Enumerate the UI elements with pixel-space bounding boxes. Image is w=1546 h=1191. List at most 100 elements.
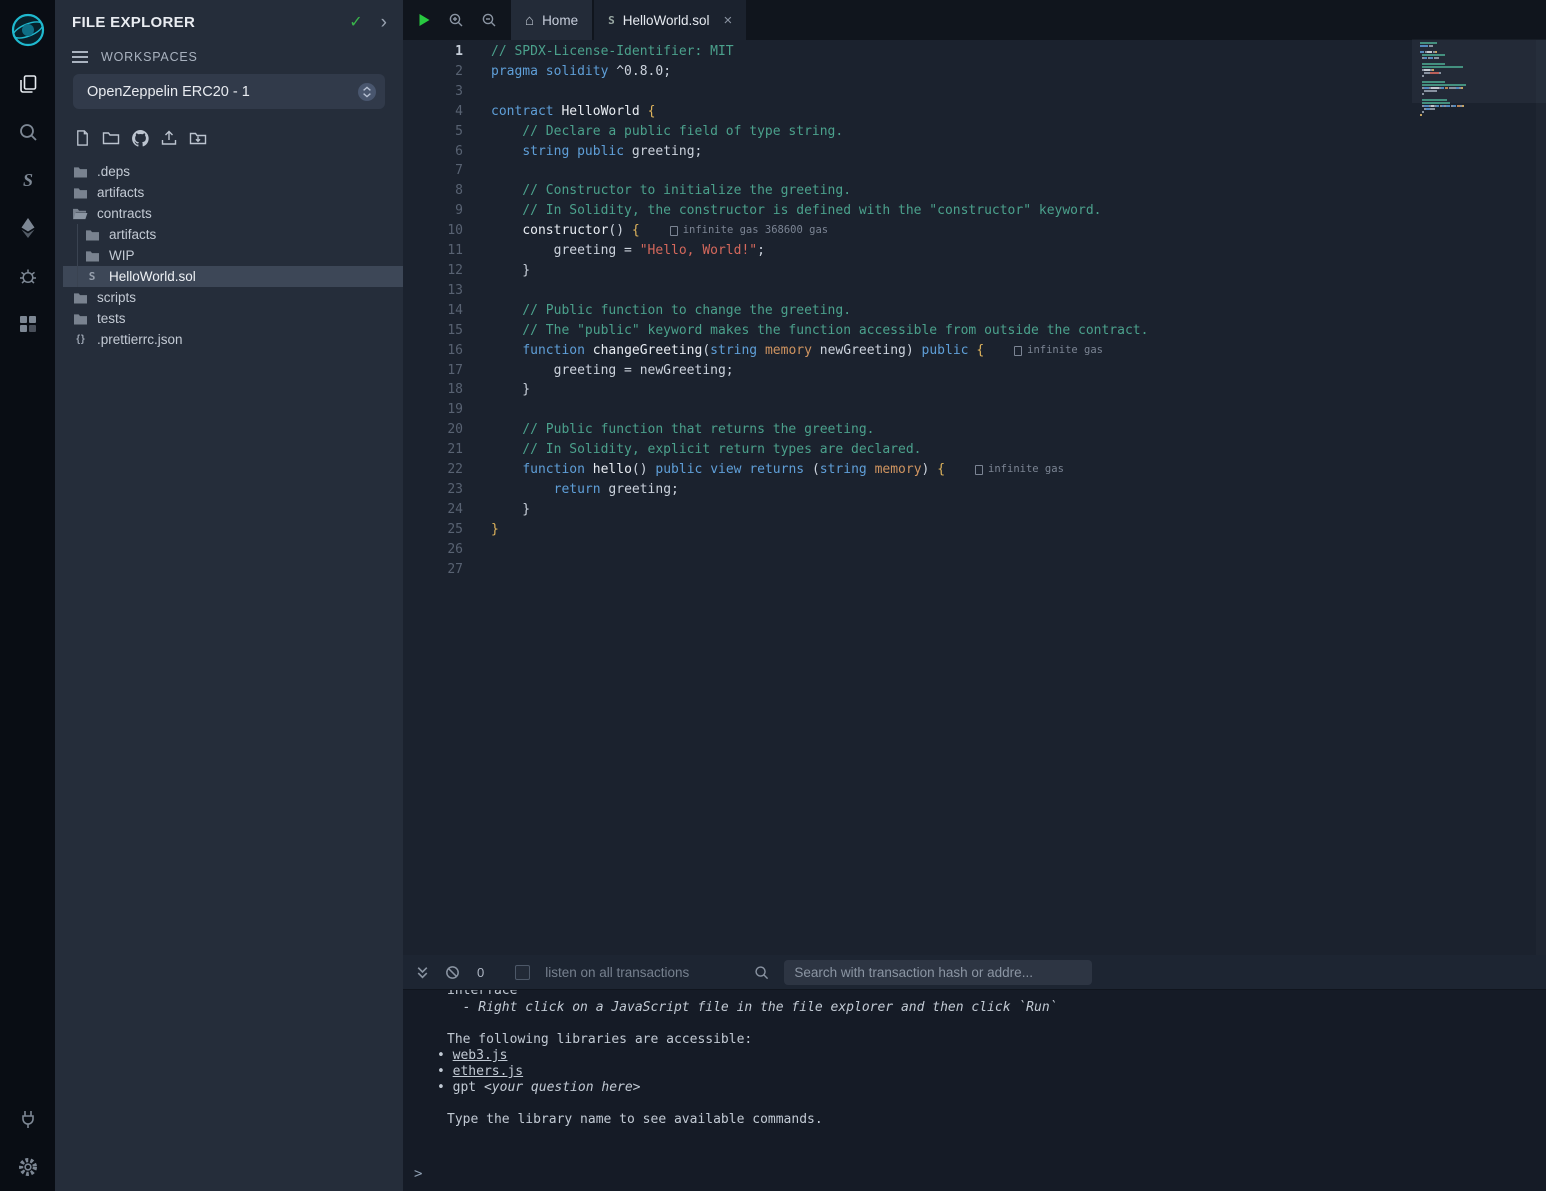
tree-item-tests[interactable]: tests [63,308,403,329]
line-number: 27 [403,560,463,580]
clear-console-icon[interactable] [445,965,460,980]
load-local-file-icon[interactable] [188,128,208,148]
tree-item-contracts[interactable]: contracts [63,203,403,224]
code-line-16[interactable]: 16 function changeGreeting(string memory… [403,341,1546,361]
code-line-20[interactable]: 20 // Public function that returns the g… [403,420,1546,440]
terminal-line [447,1016,1546,1032]
collapse-terminal-icon[interactable] [415,965,430,980]
line-number: 2 [403,62,463,82]
code-line-23[interactable]: 23 return greeting; [403,480,1546,500]
code-line-3[interactable]: 3 [403,82,1546,102]
run-script-icon[interactable] [417,13,431,27]
accept-check-icon[interactable]: ✓ [349,12,362,32]
home-icon: ⌂ [525,12,534,29]
terminal-link-web3-js[interactable]: web3.js [453,1048,508,1063]
code-line-19[interactable]: 19 [403,400,1546,420]
debugger-icon[interactable] [0,252,55,300]
minimap[interactable] [1420,42,1532,123]
deploy-run-icon[interactable] [0,204,55,252]
file-tree: .depsartifactscontractsartifactsWIPSHell… [55,161,403,350]
code-line-18[interactable]: 18 } [403,380,1546,400]
code-line-5[interactable]: 5 // Declare a public field of type stri… [403,122,1546,142]
tree-item-artifacts[interactable]: artifacts [63,224,403,245]
tree-item-wip[interactable]: WIP [63,245,403,266]
code-line-24[interactable]: 24 } [403,500,1546,520]
close-tab-icon[interactable]: × [723,12,732,29]
line-number: 12 [403,261,463,281]
code-line-9[interactable]: 9 // In Solidity, the constructor is def… [403,201,1546,221]
line-number: 5 [403,122,463,142]
listen-transactions-checkbox[interactable] [515,965,530,980]
tree-item--deps[interactable]: .deps [63,161,403,182]
zoom-in-icon[interactable] [448,12,464,28]
terminal-link-ethers-js[interactable]: ethers.js [453,1064,523,1079]
line-number: 17 [403,361,463,381]
terminal-line: interface [447,990,1546,1000]
new-file-icon[interactable] [72,128,92,148]
code-line-26[interactable]: 26 [403,540,1546,560]
publish-gist-icon[interactable] [159,128,179,148]
workspace-switcher-icon[interactable] [357,82,377,102]
plugin-connector-icon[interactable] [0,1095,55,1143]
tab-home-label: Home [542,13,578,28]
line-number: 1 [403,42,463,62]
code-line-21[interactable]: 21 // In Solidity, explicit return types… [403,440,1546,460]
editor-scrollbar[interactable] [1536,40,1546,955]
tree-item-label: scripts [97,290,136,305]
file-explorer-icon[interactable] [0,60,55,108]
code-line-2[interactable]: 2pragma solidity ^0.8.0; [403,62,1546,82]
panel-title: FILE EXPLORER [72,14,349,31]
code-line-1[interactable]: 1// SPDX-License-Identifier: MIT [403,42,1546,62]
folder-icon [72,291,88,304]
listen-transactions-label: listen on all transactions [545,965,689,980]
code-line-6[interactable]: 6 string public greeting; [403,142,1546,162]
terminal-line: The following libraries are accessible: [447,1032,1546,1048]
code-line-12[interactable]: 12 } [403,261,1546,281]
line-number: 22 [403,460,463,480]
gas-icon [975,465,983,475]
tree-item-helloworld-sol[interactable]: SHelloWorld.sol [63,266,403,287]
terminal-prompt[interactable]: > [414,1166,422,1182]
code-line-27[interactable]: 27 [403,560,1546,580]
minimap-slider[interactable] [1412,39,1546,103]
solidity-compiler-icon[interactable]: S [0,156,55,204]
tree-item-label: .prettierrc.json [97,332,183,347]
code-line-7[interactable]: 7 [403,161,1546,181]
folder-icon [72,186,88,199]
terminal-line: • ethers.js [437,1064,1546,1080]
workspaces-menu-icon[interactable] [72,51,88,63]
code-line-13[interactable]: 13 [403,281,1546,301]
terminal-search-icon [754,965,769,980]
new-folder-icon[interactable] [101,128,121,148]
code-line-25[interactable]: 25} [403,520,1546,540]
search-icon[interactable] [0,108,55,156]
code-line-17[interactable]: 17 greeting = newGreeting; [403,361,1546,381]
zoom-out-icon[interactable] [481,12,497,28]
tree-item--prettierrc-json[interactable]: { }.prettierrc.json [63,329,403,350]
code-line-22[interactable]: 22 function hello() public view returns … [403,460,1546,480]
terminal-line: • web3.js [437,1048,1546,1064]
workspace-select[interactable]: OpenZeppelin ERC20 - 1 [73,74,385,109]
remix-logo[interactable] [0,0,55,60]
folder-icon [72,165,88,178]
github-clone-icon[interactable] [130,128,150,148]
code-line-10[interactable]: 10 constructor() {infinite gas 368600 ga… [403,221,1546,241]
tree-item-artifacts[interactable]: artifacts [63,182,403,203]
code-line-14[interactable]: 14 // Public function to change the gree… [403,301,1546,321]
tree-item-scripts[interactable]: scripts [63,287,403,308]
terminal-search-input[interactable] [784,960,1092,985]
tab-helloworld-sol[interactable]: S HelloWorld.sol × [594,0,746,40]
code-line-4[interactable]: 4contract HelloWorld { [403,102,1546,122]
code-line-8[interactable]: 8 // Constructor to initialize the greet… [403,181,1546,201]
code-editor[interactable]: 1// SPDX-License-Identifier: MIT2pragma … [403,40,1546,955]
line-number: 6 [403,142,463,162]
tree-item-label: artifacts [109,227,156,242]
code-line-15[interactable]: 15 // The "public" keyword makes the fun… [403,321,1546,341]
code-line-11[interactable]: 11 greeting = "Hello, World!"; [403,241,1546,261]
expand-panel-chevron-icon[interactable]: › [381,13,387,32]
workspace-actions [55,109,403,156]
terminal-output[interactable]: interface - Right click on a JavaScript … [403,990,1546,1191]
plugin-manager-icon[interactable] [0,300,55,348]
tab-home[interactable]: ⌂ Home [511,0,592,40]
settings-icon[interactable] [0,1143,55,1191]
